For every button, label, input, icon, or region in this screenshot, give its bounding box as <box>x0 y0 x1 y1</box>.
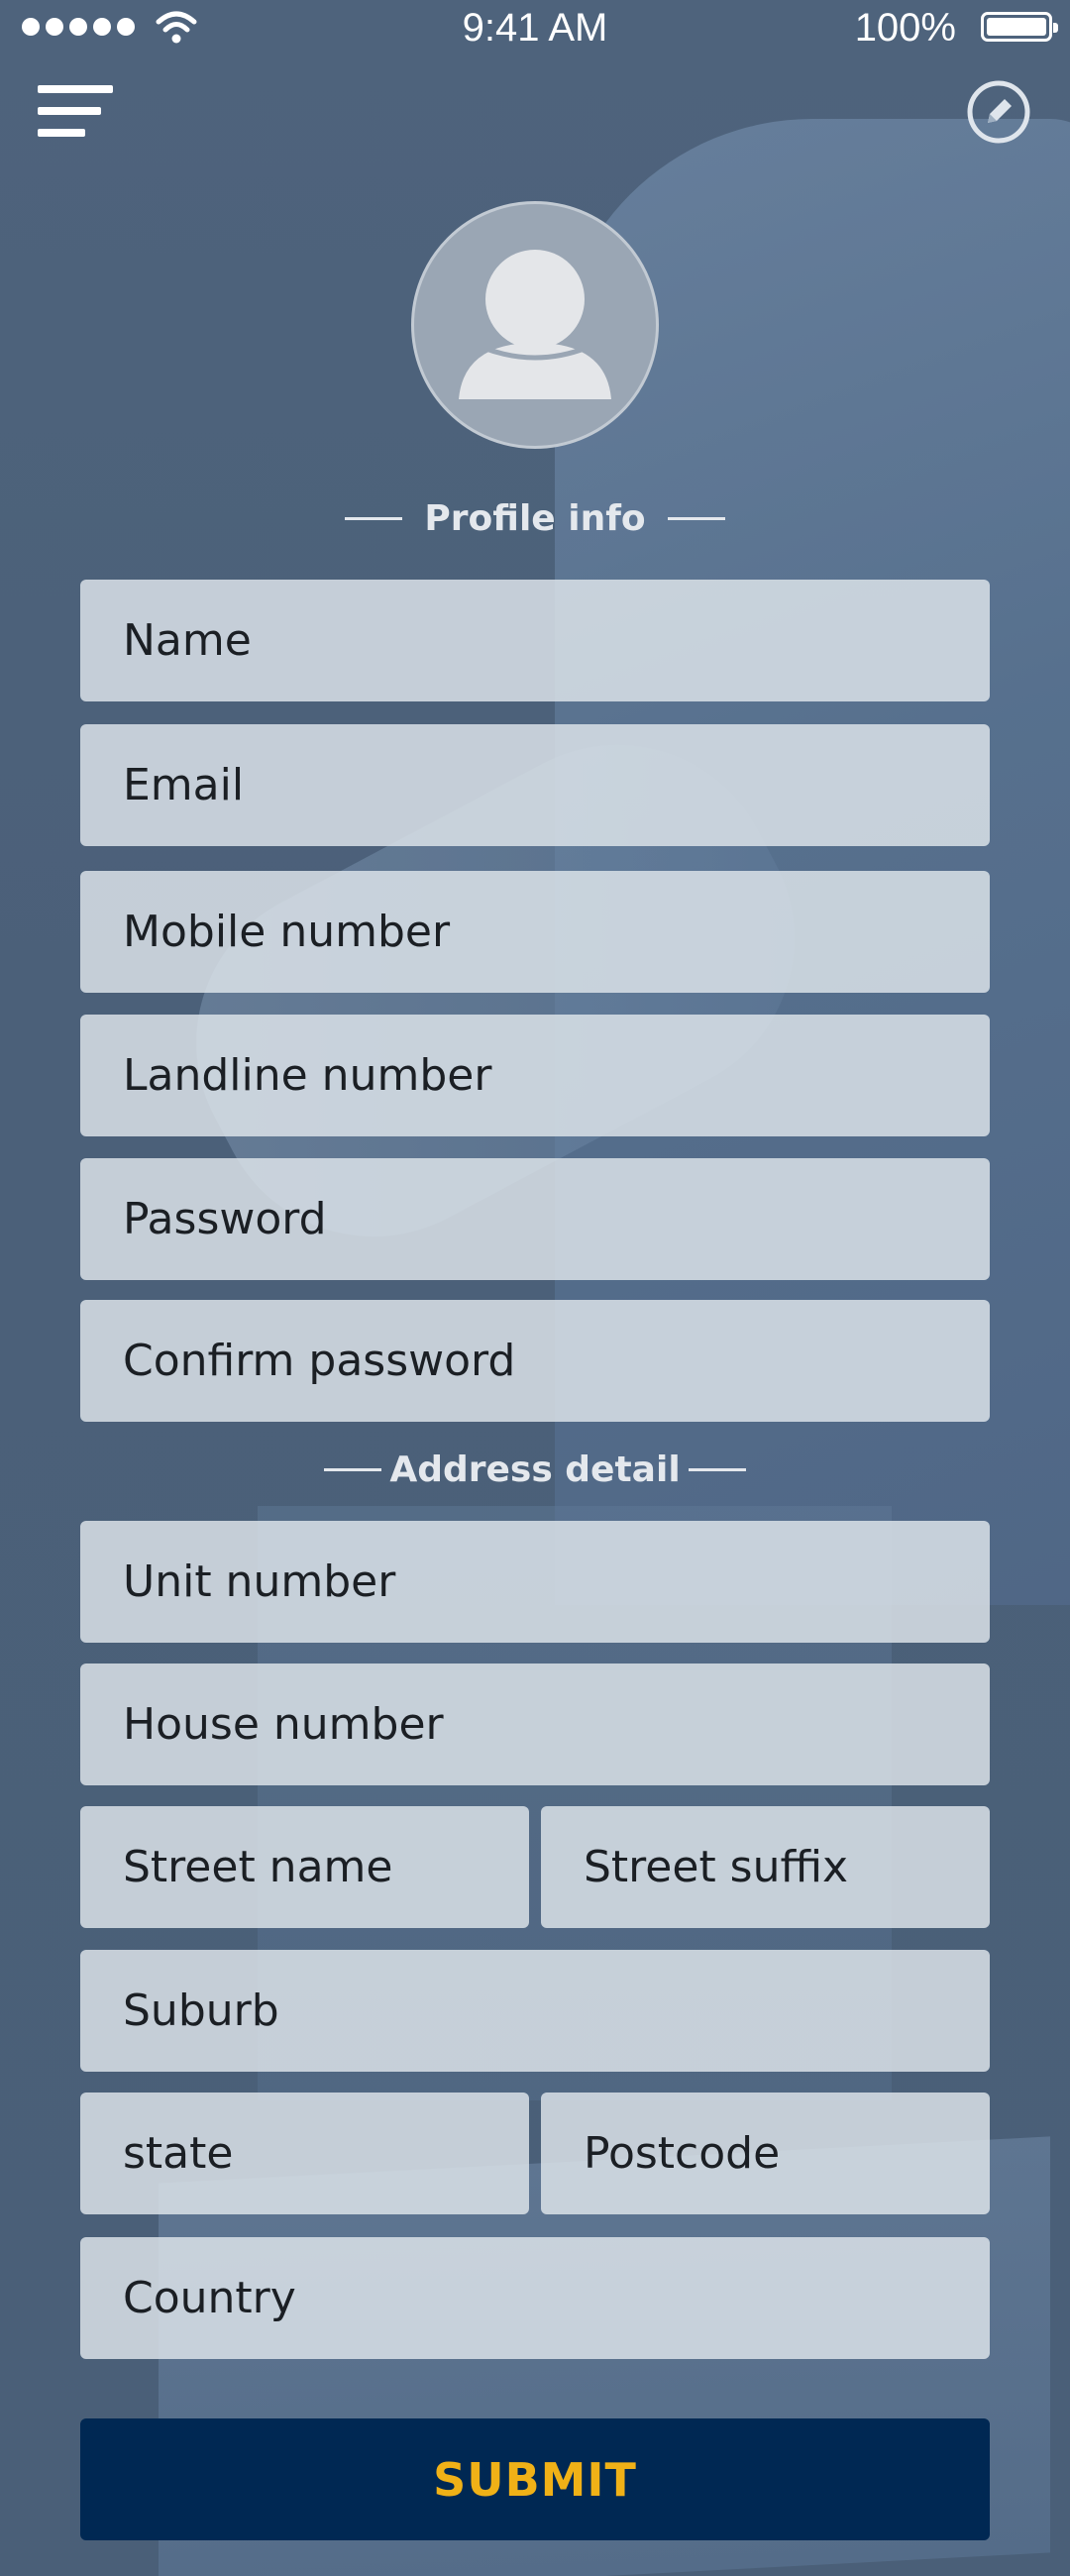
unit-number-placeholder: Unit number <box>123 1556 396 1607</box>
hamburger-menu-icon[interactable] <box>38 85 113 139</box>
profile-info-header: Profile info <box>0 498 1070 539</box>
state-placeholder: state <box>123 2128 234 2179</box>
divider <box>345 517 403 520</box>
landline-number-field[interactable]: Landline number <box>80 1015 990 1136</box>
address-detail-header: Address detail <box>0 1449 1070 1490</box>
avatar[interactable] <box>411 201 659 449</box>
confirm-password-placeholder: Confirm password <box>123 1336 516 1386</box>
status-bar: 9:41 AM 100% <box>0 0 1070 55</box>
email-placeholder: Email <box>123 760 245 810</box>
street-name-field[interactable]: Street name <box>80 1806 529 1928</box>
battery-percentage: 100% <box>854 6 956 50</box>
email-field[interactable]: Email <box>80 724 990 846</box>
divider <box>688 1468 746 1471</box>
name-field[interactable]: Name <box>80 580 990 701</box>
street-suffix-placeholder: Street suffix <box>584 1842 849 1892</box>
section-title: Profile info <box>424 498 646 539</box>
section-title: Address detail <box>389 1449 681 1490</box>
mobile-number-placeholder: Mobile number <box>123 907 451 957</box>
unit-number-field[interactable]: Unit number <box>80 1521 990 1643</box>
postcode-placeholder: Postcode <box>584 2128 781 2179</box>
password-placeholder: Password <box>123 1194 327 1244</box>
divider <box>667 517 725 520</box>
street-suffix-field[interactable]: Street suffix <box>541 1806 990 1928</box>
name-placeholder: Name <box>123 615 252 666</box>
pencil-edit-icon[interactable] <box>966 79 1031 145</box>
country-placeholder: Country <box>123 2273 296 2323</box>
divider <box>324 1468 382 1471</box>
user-silhouette-icon <box>459 250 611 399</box>
password-field[interactable]: Password <box>80 1158 990 1280</box>
confirm-password-field[interactable]: Confirm password <box>80 1300 990 1422</box>
mobile-number-field[interactable]: Mobile number <box>80 871 990 993</box>
submit-button[interactable]: SUBMIT <box>80 2418 990 2540</box>
suburb-field[interactable]: Suburb <box>80 1950 990 2072</box>
street-name-placeholder: Street name <box>123 1842 393 1892</box>
state-field[interactable]: state <box>80 2093 529 2214</box>
battery-icon <box>981 12 1058 42</box>
suburb-placeholder: Suburb <box>123 1986 279 2036</box>
submit-label: SUBMIT <box>433 2452 637 2507</box>
house-number-placeholder: House number <box>123 1699 444 1750</box>
house-number-field[interactable]: House number <box>80 1664 990 1785</box>
country-field[interactable]: Country <box>80 2237 990 2359</box>
postcode-field[interactable]: Postcode <box>541 2093 990 2214</box>
landline-number-placeholder: Landline number <box>123 1050 492 1101</box>
